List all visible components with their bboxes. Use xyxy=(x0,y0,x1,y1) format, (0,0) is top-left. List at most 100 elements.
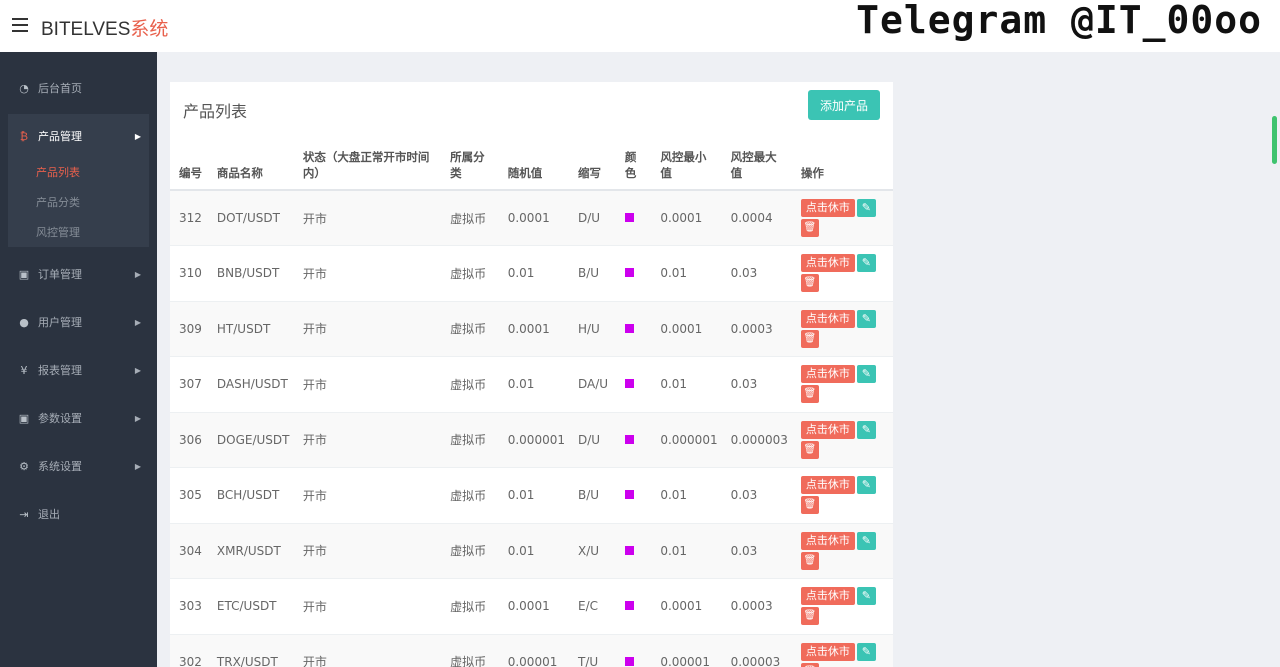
close-market-button[interactable]: 点击休市 xyxy=(800,476,855,495)
cell-risk-max: 0.0004 xyxy=(721,190,792,246)
sidebar-item-system[interactable]: ⚙ 系统设置 ▶ xyxy=(0,450,157,482)
add-product-button[interactable]: 添加产品 xyxy=(808,90,880,120)
bitcoin-icon: ₿ xyxy=(19,129,29,143)
pencil-icon[interactable]: ✎ xyxy=(856,642,876,661)
sidebar-item-label: 退出 xyxy=(38,508,60,521)
cell-risk-max: 0.03 xyxy=(721,356,792,413)
close-market-button[interactable]: 点击休市 xyxy=(800,420,855,439)
page-scrollbar[interactable] xyxy=(1272,116,1277,164)
close-market-button[interactable]: 点击休市 xyxy=(800,531,855,550)
cell-id: 302 xyxy=(170,634,208,667)
pencil-icon[interactable]: ✎ xyxy=(856,365,876,384)
trash-icon[interactable]: 🗑 xyxy=(800,551,819,570)
col-header-risk-max: 风控最大值 xyxy=(721,140,792,191)
color-swatch xyxy=(624,434,634,444)
cell-random: 0.0001 xyxy=(498,578,569,635)
caret-right-icon: ▶ xyxy=(134,413,141,423)
yen-icon: ¥ xyxy=(20,363,28,377)
cell-status: 开市 xyxy=(293,467,442,524)
pencil-icon[interactable]: ✎ xyxy=(856,254,876,273)
cell-random: 0.0001 xyxy=(498,190,569,246)
color-swatch xyxy=(624,656,634,666)
watermark-text: Telegram @IT_00oo xyxy=(856,0,1262,42)
col-header-color: 颜色 xyxy=(615,140,652,191)
cell-color xyxy=(615,523,652,579)
color-swatch xyxy=(624,601,634,611)
copy-icon: ▣ xyxy=(18,411,30,425)
trash-icon[interactable]: 🗑 xyxy=(800,274,819,293)
cell-actions: 点击休市✎ 🗑 xyxy=(791,190,893,246)
close-market-button[interactable]: 点击休市 xyxy=(800,642,855,661)
cell-abbr: D/U xyxy=(568,190,616,246)
cell-name: DASH/USDT xyxy=(207,356,294,413)
cell-id: 306 xyxy=(170,412,208,468)
table-row: 312 DOT/USDT 开市 虚拟币 0.0001 D/U 0.0001 0.0004 点击休… xyxy=(170,190,893,246)
cell-random: 0.0001 xyxy=(498,301,569,357)
cell-random: 0.01 xyxy=(498,467,569,524)
sidebar-sub-risk-control[interactable]: 风控管理 xyxy=(36,224,80,240)
sidebar-item-products[interactable]: ₿ 产品管理 ▶ xyxy=(0,120,157,152)
cell-name: TRX/USDT xyxy=(207,634,294,667)
col-header-name: 商品名称 xyxy=(207,140,294,191)
cell-category: 虚拟币 xyxy=(441,356,499,413)
trash-icon[interactable]: 🗑 xyxy=(800,440,819,459)
cell-id: 309 xyxy=(170,301,208,357)
trash-icon[interactable]: 🗑 xyxy=(800,385,819,404)
pencil-icon[interactable]: ✎ xyxy=(856,531,876,550)
cell-color xyxy=(615,245,652,302)
menu-toggle-icon[interactable] xyxy=(12,18,28,32)
cell-name: BCH/USDT xyxy=(207,467,294,524)
trash-icon[interactable]: 🗑 xyxy=(800,662,819,667)
cell-color xyxy=(615,301,652,357)
cell-risk-min: 0.01 xyxy=(651,245,722,302)
cell-actions: 点击休市✎ 🗑 xyxy=(791,301,893,357)
cell-abbr: B/U xyxy=(568,467,616,524)
product-list-card: 产品列表 添加产品 编号 商品名称 状态（大盘正常开市时间内） 所属分类 随机值… xyxy=(170,82,893,667)
pencil-icon[interactable]: ✎ xyxy=(856,199,876,217)
trash-icon[interactable]: 🗑 xyxy=(800,607,819,626)
table-row: 305 BCH/USDT 开市 虚拟币 0.01 B/U 0.01 0.03 点击休市 ✎ 🗑 xyxy=(170,467,893,524)
trash-icon[interactable]: 🗑 xyxy=(800,329,819,348)
cell-risk-min: 0.00001 xyxy=(651,634,722,667)
sidebar-sub-product-list[interactable]: 产品列表 xyxy=(36,164,80,180)
sidebar-item-orders[interactable]: ▣ 订单管理 ▶ xyxy=(0,258,157,290)
sidebar-item-params[interactable]: ▣ 参数设置 ▶ xyxy=(0,402,157,434)
sidebar-item-label: 订单管理 xyxy=(38,268,82,281)
close-market-button[interactable]: 点击休市 xyxy=(800,199,855,217)
pencil-icon[interactable]: ✎ xyxy=(856,476,876,495)
trash-icon[interactable]: 🗑 xyxy=(800,496,819,515)
caret-right-icon: ▶ xyxy=(134,317,141,327)
pencil-icon[interactable]: ✎ xyxy=(856,420,876,439)
col-header-risk-min: 风控最小值 xyxy=(651,140,722,191)
trash-icon[interactable]: 🗑 xyxy=(800,219,819,237)
close-market-button[interactable]: 点击休市 xyxy=(800,309,855,328)
pencil-icon[interactable]: ✎ xyxy=(856,587,876,606)
col-header-category: 所属分类 xyxy=(441,140,499,191)
cell-name: ETC/USDT xyxy=(207,578,294,635)
sidebar-item-dashboard[interactable]: ◔ 后台首页 xyxy=(0,72,157,104)
sidebar-sub-product-category[interactable]: 产品分类 xyxy=(36,194,80,210)
cell-abbr: E/C xyxy=(568,578,616,635)
sidebar-item-logout[interactable]: ⇥ 退出 xyxy=(0,498,157,530)
brand-logo: BITELVES系统 xyxy=(41,14,168,41)
close-market-button[interactable]: 点击休市 xyxy=(800,254,855,273)
close-market-button[interactable]: 点击休市 xyxy=(800,587,855,606)
cell-actions: 点击休市✎ 🗑 xyxy=(791,412,893,468)
color-swatch xyxy=(624,490,634,500)
cell-color xyxy=(615,412,652,468)
close-market-button[interactable]: 点击休市 xyxy=(800,365,855,384)
cell-color xyxy=(615,356,652,413)
cell-status: 开市 xyxy=(293,245,442,302)
cell-name: XMR/USDT xyxy=(207,523,294,579)
cell-risk-min: 0.01 xyxy=(651,467,722,524)
cell-random: 0.000001 xyxy=(498,412,569,468)
cell-actions: 点击休市✎ 🗑 xyxy=(791,356,893,413)
table-row: 309 HT/USDT 开市 虚拟币 0.0001 H/U 0.0001 0.0003 点击休市… xyxy=(170,301,893,357)
pencil-icon[interactable]: ✎ xyxy=(856,309,876,328)
sidebar-item-users[interactable]: ● 用户管理 ▶ xyxy=(0,306,157,338)
table-row: 302 TRX/USDT 开市 虚拟币 0.00001 T/U 0.00001 0.00003… xyxy=(170,634,893,667)
caret-right-icon: ▶ xyxy=(134,365,141,375)
sidebar-item-reports[interactable]: ¥ 报表管理 ▶ xyxy=(0,354,157,386)
cell-category: 虚拟币 xyxy=(441,412,499,468)
dashboard-icon: ◔ xyxy=(19,81,29,95)
